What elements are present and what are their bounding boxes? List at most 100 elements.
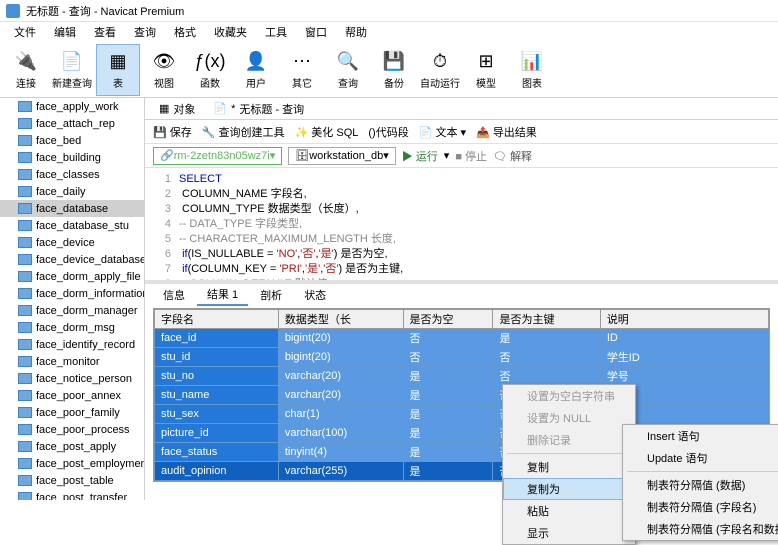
ctx-显示[interactable]: 显示▸ [503, 522, 635, 544]
menu-格式[interactable]: 格式 [166, 22, 204, 42]
table-row[interactable]: stu_namevarchar(20)是否姓名 [155, 386, 769, 405]
context-menu[interactable]: 设置为空白字符串设置为 NULL删除记录复制复制为▸粘贴显示▸ [502, 384, 636, 545]
ctx-制表符分隔值 (字段名和数据)[interactable]: 制表符分隔值 (字段名和数据) [623, 518, 778, 540]
函数-icon: ƒ(x) [198, 49, 222, 73]
tool-图表[interactable]: 📊图表 [510, 44, 554, 96]
sidebar-item-face_poor_family[interactable]: face_poor_family [0, 404, 144, 421]
table-icon [18, 424, 32, 435]
tool-函数[interactable]: ƒ(x)函数 [188, 44, 232, 96]
sidebar-item-face_dorm_apply_file[interactable]: face_dorm_apply_file [0, 268, 144, 285]
tool-用户[interactable]: 👤用户 [234, 44, 278, 96]
table-row[interactable]: stu_idbigint(20)否否学生ID [155, 348, 769, 367]
col-header[interactable]: 字段名 [155, 310, 279, 329]
sidebar-item-face_poor_annex[interactable]: face_poor_annex [0, 387, 144, 404]
tab-result[interactable]: 结果 1 [197, 284, 248, 306]
tab-status[interactable]: 状态 [294, 285, 336, 305]
menu-帮助[interactable]: 帮助 [337, 22, 375, 42]
table-icon [18, 169, 32, 180]
sql-editor[interactable]: 1SELECT2 COLUMN_NAME 字段名,3 COLUMN_TYPE 数… [145, 168, 778, 280]
sidebar-item-face_notice_person[interactable]: face_notice_person [0, 370, 144, 387]
sidebar-item-face_database[interactable]: face_database [0, 200, 144, 217]
sidebar-item-face_monitor[interactable]: face_monitor [0, 353, 144, 370]
查询-icon: 🔍 [336, 49, 360, 73]
sidebar-item-face_building[interactable]: face_building [0, 149, 144, 166]
tool-新建查询[interactable]: 📄新建查询 [50, 44, 94, 96]
tool-自动运行[interactable]: ⏱自动运行 [418, 44, 462, 96]
tool-查询[interactable]: 🔍查询 [326, 44, 370, 96]
query-icon: 📄 [213, 102, 227, 115]
ctx-复制为[interactable]: 复制为▸ [503, 478, 635, 500]
explain-button[interactable]: 🗨 解释 [493, 148, 532, 164]
col-header[interactable]: 是否为主键 [493, 310, 600, 329]
text-button[interactable]: 📄 文本 ▾ [419, 124, 466, 140]
ctx-设置为空白字符串[interactable]: 设置为空白字符串 [503, 385, 635, 407]
tool-其它[interactable]: ⋯其它 [280, 44, 324, 96]
sidebar-item-face_apply_work[interactable]: face_apply_work [0, 98, 144, 115]
tab-objects[interactable]: ▦对象 [153, 99, 201, 119]
ctx-设置为 NULL[interactable]: 设置为 NULL [503, 407, 635, 429]
menu-文件[interactable]: 文件 [6, 22, 44, 42]
menu-查询[interactable]: 查询 [126, 22, 164, 42]
database-dropdown[interactable]: 🗄 workstation_db ▾ [288, 147, 396, 165]
新建查询-icon: 📄 [60, 49, 84, 73]
其它-icon: ⋯ [290, 49, 314, 73]
sidebar-item-face_dorm_msg[interactable]: face_dorm_msg [0, 319, 144, 336]
menu-编辑[interactable]: 编辑 [46, 22, 84, 42]
sidebar-item-face_database_stu[interactable]: face_database_stu [0, 217, 144, 234]
sidebar-item-face_dorm_manager[interactable]: face_dorm_manager [0, 302, 144, 319]
col-header[interactable]: 说明 [600, 310, 768, 329]
table-row[interactable]: face_idbigint(20)否是ID [155, 329, 769, 348]
table-row[interactable]: stu_novarchar(20)是否学号 [155, 367, 769, 386]
connection-dropdown[interactable]: 🔗 rm-2zetn83n05wz7i ▾ [153, 147, 282, 165]
menu-窗口[interactable]: 窗口 [297, 22, 335, 42]
export-button[interactable]: 📤 导出结果 [476, 124, 537, 140]
tool-视图[interactable]: 👁视图 [142, 44, 186, 96]
sidebar-item-face_post_apply[interactable]: face_post_apply [0, 438, 144, 455]
sidebar-item-face_post_table[interactable]: face_post_table [0, 472, 144, 489]
tool-连接[interactable]: 🔌连接 [4, 44, 48, 96]
snippet-button[interactable]: ()代码段 [368, 124, 408, 140]
sidebar-item-face_device[interactable]: face_device [0, 234, 144, 251]
ctx-粘贴[interactable]: 粘贴 [503, 500, 635, 522]
save-button[interactable]: 💾 保存 [153, 124, 192, 140]
ctx-制表符分隔值 (数据)[interactable]: 制表符分隔值 (数据) [623, 474, 778, 496]
beautify-button[interactable]: ✨ 美化 SQL [295, 124, 359, 140]
tab-query[interactable]: 📄* 无标题 - 查询 [207, 99, 310, 119]
ctx-Insert 语句[interactable]: Insert 语句 [623, 425, 778, 447]
run-button[interactable]: ▶ 运行 [402, 148, 438, 164]
sidebar-item-face_device_database[interactable]: face_device_database [0, 251, 144, 268]
table-icon [18, 339, 32, 350]
sidebar-item-face_attach_rep[interactable]: face_attach_rep [0, 115, 144, 132]
sidebar-item-face_classes[interactable]: face_classes [0, 166, 144, 183]
col-header[interactable]: 是否为空 [403, 310, 493, 329]
tab-profile[interactable]: 剖析 [250, 285, 292, 305]
title-bar: 无标题 - 查询 - Navicat Premium [0, 0, 778, 22]
toolbar: 🔌连接📄新建查询▦表👁视图ƒ(x)函数👤用户⋯其它🔍查询💾备份⏱自动运行⊞模型📊… [0, 42, 778, 98]
ctx-删除记录[interactable]: 删除记录 [503, 429, 635, 451]
ctx-复制[interactable]: 复制 [503, 456, 635, 478]
col-header[interactable]: 数据类型（长 [278, 310, 403, 329]
sidebar-item-face_post_employment[interactable]: face_post_employment [0, 455, 144, 472]
sidebar-item-face_dorm_information[interactable]: face_dorm_information [0, 285, 144, 302]
table-icon [18, 373, 32, 384]
用户-icon: 👤 [244, 49, 268, 73]
tool-备份[interactable]: 💾备份 [372, 44, 416, 96]
ctx-Update 语句[interactable]: Update 语句 [623, 447, 778, 469]
sidebar-item-face_poor_process[interactable]: face_poor_process [0, 421, 144, 438]
builder-button[interactable]: 🔧 查询创建工具 [202, 124, 285, 140]
stop-button[interactable]: ■ 停止 [455, 148, 487, 164]
sidebar-item-face_bed[interactable]: face_bed [0, 132, 144, 149]
sidebar-item-face_identify_record[interactable]: face_identify_record [0, 336, 144, 353]
menu-查看[interactable]: 查看 [86, 22, 124, 42]
tab-info[interactable]: 信息 [153, 285, 195, 305]
ctx-制表符分隔值 (字段名)[interactable]: 制表符分隔值 (字段名) [623, 496, 778, 518]
sidebar-item-face_daily[interactable]: face_daily [0, 183, 144, 200]
table-row[interactable]: stu_sexchar(1)是否性别 [155, 405, 769, 424]
sidebar-item-face_post_transfer[interactable]: face_post_transfer [0, 489, 144, 500]
tool-模型[interactable]: ⊞模型 [464, 44, 508, 96]
context-submenu[interactable]: Insert 语句Update 语句制表符分隔值 (数据)制表符分隔值 (字段名… [622, 424, 778, 541]
table-icon [18, 237, 32, 248]
tool-表[interactable]: ▦表 [96, 44, 140, 96]
menu-收藏夹[interactable]: 收藏夹 [206, 22, 255, 42]
menu-工具[interactable]: 工具 [257, 22, 295, 42]
